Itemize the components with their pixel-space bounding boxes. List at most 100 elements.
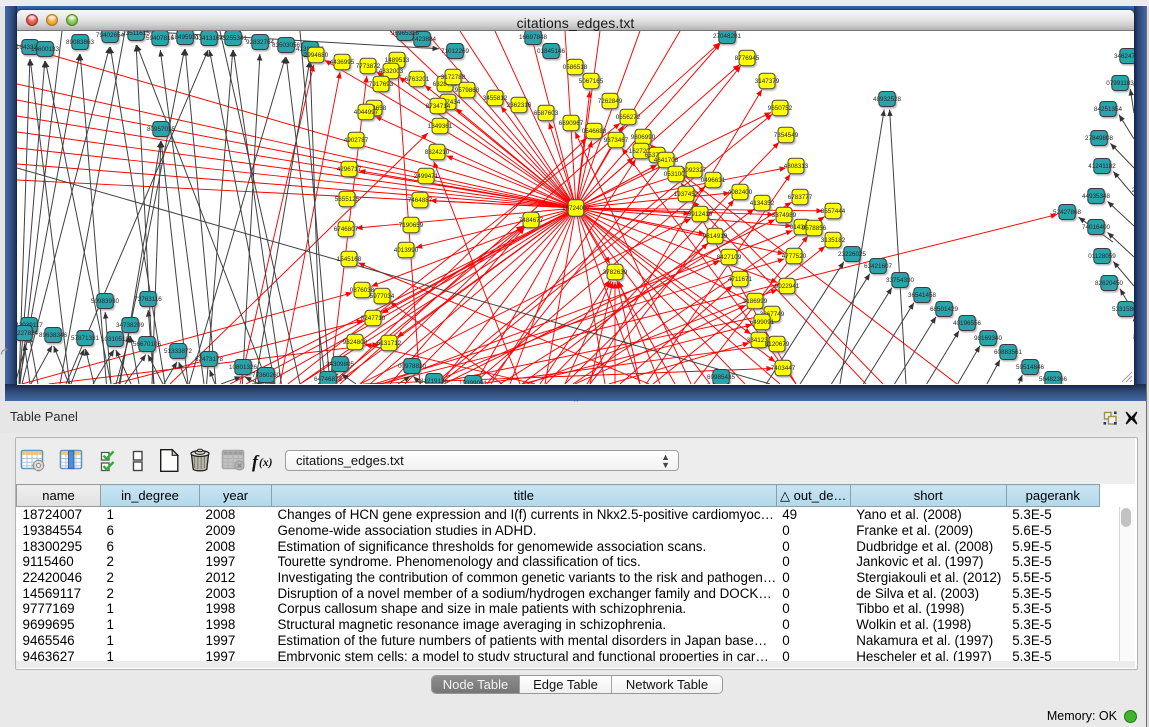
svg-text:3147379: 3147379 (755, 78, 780, 85)
svg-text:33754330: 33754330 (886, 277, 915, 284)
svg-text:64746872: 64746872 (314, 376, 343, 383)
svg-text:18227824: 18227824 (17, 330, 38, 337)
svg-text:07991183: 07991183 (1106, 80, 1134, 87)
svg-text:10310518: 10310518 (101, 336, 130, 343)
svg-text:2994680: 2994680 (304, 52, 329, 59)
svg-text:82620450: 82620450 (1095, 280, 1124, 287)
svg-text:3782639: 3782639 (603, 269, 628, 276)
svg-text:34309805: 34309805 (326, 361, 355, 368)
svg-text:69985435: 69985435 (707, 374, 736, 381)
svg-text:9806990: 9806990 (631, 134, 656, 141)
svg-text:6499091: 6499091 (750, 319, 775, 326)
svg-text:63421607: 63421607 (864, 263, 893, 270)
svg-text:48932528: 48932528 (873, 96, 902, 103)
svg-text:0496631: 0496631 (701, 177, 726, 184)
svg-text:71012269: 71012269 (441, 48, 470, 55)
svg-text:1937452: 1937452 (674, 191, 699, 198)
svg-text:7190659: 7190659 (399, 222, 424, 229)
svg-text:4296717: 4296717 (337, 166, 362, 173)
svg-text:6690967: 6690967 (559, 120, 584, 127)
svg-text:7403447: 7403447 (771, 365, 796, 372)
svg-text:7464887: 7464887 (408, 197, 433, 204)
svg-text:4902787: 4902787 (344, 137, 369, 144)
svg-text:16697848: 16697848 (519, 34, 548, 41)
svg-text:9022941: 9022941 (775, 283, 800, 290)
svg-text:3374989: 3374989 (772, 212, 797, 219)
svg-text:6131712: 6131712 (377, 340, 402, 347)
svg-text:5067165: 5067165 (579, 78, 604, 85)
svg-text:8427109: 8427109 (717, 254, 742, 261)
svg-text:9578856: 9578856 (802, 225, 827, 232)
svg-text:57871331: 57871331 (71, 335, 100, 342)
svg-text:56670106: 56670106 (133, 341, 162, 348)
svg-text:52427868: 52427868 (1053, 209, 1082, 216)
svg-text:4808313: 4808313 (784, 163, 809, 170)
svg-text:2499471: 2499471 (414, 173, 439, 180)
svg-text:60883561: 60883561 (994, 349, 1023, 356)
svg-text:8324210: 8324210 (425, 149, 450, 156)
svg-text:34738299: 34738299 (116, 322, 145, 329)
svg-text:0546688: 0546688 (582, 128, 607, 135)
svg-text:81219136: 81219136 (420, 378, 449, 384)
svg-text:68501429: 68501429 (930, 306, 959, 313)
svg-text:9314919: 9314919 (703, 233, 728, 240)
svg-text:6587603: 6587603 (534, 110, 559, 117)
svg-text:5977034: 5977034 (370, 293, 395, 300)
svg-text:10801326: 10801326 (229, 364, 258, 371)
svg-text:41241182: 41241182 (1088, 163, 1116, 170)
svg-text:8247710: 8247710 (361, 315, 386, 322)
svg-text:0656272: 0656272 (616, 114, 641, 121)
svg-text:27849808: 27849808 (1085, 135, 1114, 142)
svg-text:7484677: 7484677 (519, 217, 544, 224)
svg-text:75255341: 75255341 (219, 35, 248, 42)
svg-text:6746807: 6746807 (334, 226, 359, 233)
svg-text:79402654: 79402654 (96, 32, 125, 39)
svg-text:3172788: 3172788 (441, 74, 466, 81)
svg-text:74016400: 74016400 (1082, 224, 1111, 231)
svg-text:1349361: 1349361 (428, 123, 453, 130)
svg-text:98169340: 98169340 (974, 335, 1003, 342)
svg-text:4134352: 4134352 (750, 200, 775, 207)
svg-text:59514846: 59514846 (1016, 364, 1045, 371)
svg-text:6763201: 6763201 (405, 76, 430, 83)
svg-text:80957015: 80957015 (147, 126, 176, 133)
svg-text:36541458: 36541458 (908, 292, 937, 299)
svg-text:7262849: 7262849 (598, 98, 623, 105)
svg-text:6783777: 6783777 (788, 194, 813, 201)
svg-text:92832764: 92832764 (246, 39, 275, 46)
svg-text:4013990: 4013990 (394, 247, 419, 254)
svg-text:40196556: 40196556 (953, 320, 982, 327)
svg-text:18724007: 18724007 (562, 205, 591, 212)
svg-text:3455812: 3455812 (483, 95, 508, 102)
svg-text:3092327: 3092327 (682, 167, 707, 174)
svg-text:7773872: 7773872 (356, 63, 381, 70)
svg-text:9579868: 9579868 (455, 87, 480, 94)
svg-text:73763116: 73763116 (134, 296, 162, 303)
svg-text:2362316: 2362316 (507, 102, 532, 109)
svg-text:44935348: 44935348 (1082, 193, 1111, 200)
svg-text:34624751: 34624751 (1114, 53, 1134, 60)
svg-text:51333872: 51333872 (164, 348, 193, 355)
svg-text:01128059: 01128059 (1088, 253, 1116, 260)
svg-text:53315869: 53315869 (1112, 306, 1134, 313)
svg-text:62473178: 62473178 (195, 356, 224, 363)
svg-text:4711671: 4711671 (728, 276, 753, 283)
svg-text:8734714: 8734714 (426, 103, 451, 110)
svg-text:23226025: 23226025 (838, 251, 867, 258)
svg-text:8120679: 8120679 (765, 341, 790, 348)
svg-text:4641708: 4641708 (654, 157, 679, 164)
svg-text:56482366: 56482366 (1039, 376, 1068, 383)
svg-text:0586518: 0586518 (563, 64, 588, 71)
svg-text:4777520: 4777520 (782, 253, 807, 260)
svg-text:2787558: 2787558 (1132, 187, 1134, 194)
svg-text:5655125: 5655125 (335, 196, 360, 203)
svg-text:8557444: 8557444 (821, 208, 846, 215)
svg-text:4436995: 4436995 (330, 59, 355, 66)
svg-text:89083863: 89083863 (66, 39, 95, 46)
svg-text:1545168: 1545168 (337, 256, 362, 263)
svg-text:19600133: 19600133 (31, 46, 60, 53)
svg-text:9373467: 9373467 (604, 137, 629, 144)
svg-text:01845146: 01845146 (537, 48, 566, 55)
svg-text:3186999: 3186999 (743, 298, 768, 305)
svg-text:4044997: 4044997 (354, 109, 379, 116)
